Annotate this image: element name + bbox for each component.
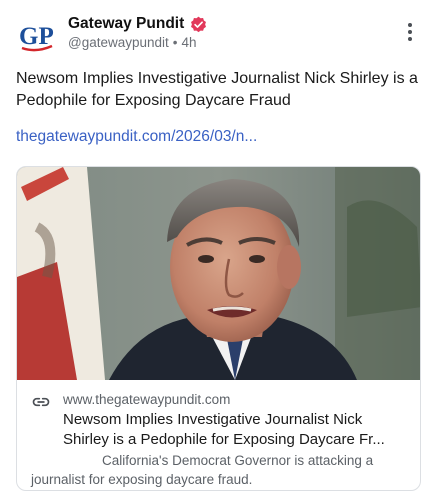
handle-row: @gatewaypundit • 4h [68, 35, 197, 50]
svg-text:GP: GP [19, 23, 54, 50]
card-description: California's Democrat Governor is attack… [31, 451, 411, 489]
card-body: www.thegatewaypundit.com Newsom Implies … [17, 380, 420, 490]
card-title-line-1: Newsom Implies Investigative Journalist … [63, 411, 363, 428]
card-description-line-1: California's Democrat Governor is attack… [102, 453, 374, 468]
verified-badge-icon [191, 16, 207, 32]
avatar[interactable]: GP [16, 14, 56, 54]
card-title-line-2: Shirley is a Pedophile for Exposing Dayc… [63, 431, 385, 448]
post-time: 4h [181, 35, 197, 50]
card-domain: www.thegatewaypundit.com [63, 392, 231, 407]
link-preview-card[interactable]: www.thegatewaypundit.com Newsom Implies … [16, 166, 421, 491]
author-name[interactable]: Gateway Pundit [68, 15, 184, 33]
card-title[interactable]: Newsom Implies Investigative Journalist … [63, 410, 413, 450]
post-link[interactable]: thegatewaypundit.com/2026/03/n... [16, 128, 257, 146]
separator-dot: • [172, 35, 178, 50]
social-post: GP Gateway Pundit @gatewaypundit • 4h News… [0, 0, 437, 500]
author-handle[interactable]: @gatewaypundit [68, 35, 169, 50]
post-header: GP Gateway Pundit @gatewaypundit • 4h [16, 10, 421, 58]
link-icon [32, 397, 50, 407]
card-description-line-2: journalist for exposing daycare fraud. [31, 472, 253, 487]
card-image[interactable] [17, 167, 420, 380]
author-row: Gateway Pundit [68, 14, 207, 34]
gp-logo: GP [19, 23, 54, 52]
post-text: Newsom Implies Investigative Journalist … [16, 70, 418, 109]
more-vertical-icon[interactable] [403, 20, 417, 44]
